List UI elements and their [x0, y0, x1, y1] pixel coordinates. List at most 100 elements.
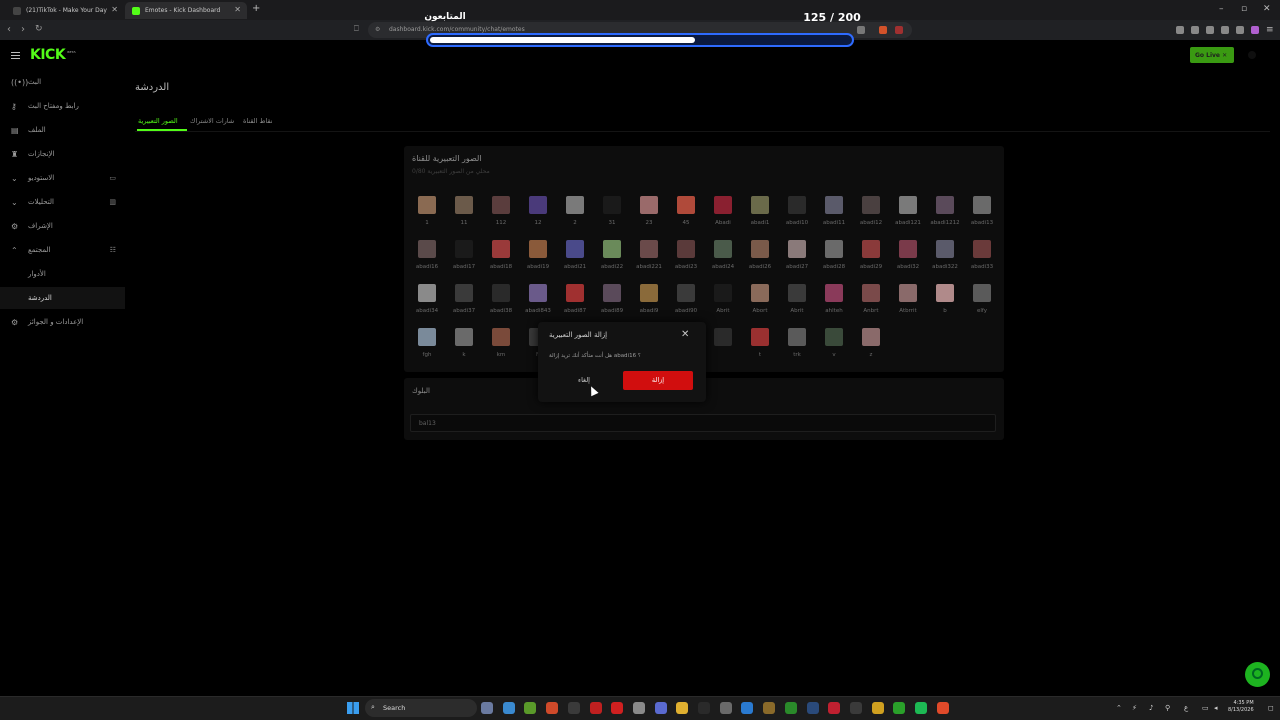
emote-tile[interactable]: Atbrrit [890, 284, 926, 328]
volume-mixer-icon[interactable]: ♪ [1149, 704, 1153, 712]
site-info-icon[interactable]: ⚙ [375, 26, 380, 33]
cancel-button[interactable]: إلغاء [564, 371, 604, 389]
settings-icon[interactable] [632, 702, 645, 714]
app-icon[interactable] [719, 702, 732, 714]
emote-tile[interactable]: abadi29 [853, 240, 889, 284]
emote-tile[interactable]: abadi22 [594, 240, 630, 284]
emote-tile[interactable]: abadi33 [964, 240, 1000, 284]
youtube-icon[interactable] [611, 702, 624, 714]
emote-tile[interactable]: Abadi [705, 196, 741, 240]
close-icon[interactable]: ✕ [681, 329, 689, 340]
capcut-icon[interactable] [698, 702, 710, 714]
go-live-button[interactable]: Go Live ✕ [1190, 47, 1234, 63]
app-grid-icon[interactable] [849, 702, 862, 714]
emote-tile[interactable]: km [483, 328, 519, 372]
emote-tile[interactable]: 11 [446, 196, 482, 240]
emote-tile[interactable]: k [446, 328, 482, 372]
emote-tile[interactable]: abadi10 [779, 196, 815, 240]
emote-tile[interactable]: abadi19 [520, 240, 556, 284]
emote-tile[interactable]: 23 [631, 196, 667, 240]
brave2-icon[interactable] [936, 702, 949, 714]
emote-tile[interactable]: abadi32 [890, 240, 926, 284]
winrar-icon[interactable] [763, 702, 776, 714]
hamburger-menu-icon[interactable] [11, 52, 20, 59]
sidebar-item-analytics[interactable]: ⌄ التحليلات ▥ [0, 191, 125, 213]
xbox-icon[interactable] [784, 702, 797, 714]
steam-icon[interactable] [806, 702, 819, 714]
emote-tile[interactable]: abadi28 [816, 240, 852, 284]
extensions-icon[interactable] [1221, 26, 1229, 34]
taskbar-search[interactable]: ⌕ Search [365, 699, 477, 717]
app-yellow-icon[interactable] [871, 702, 884, 714]
emote-tile[interactable]: abadi16 [409, 240, 445, 284]
emote-tile[interactable]: abadi26 [742, 240, 778, 284]
emote-tile[interactable]: v [816, 328, 852, 372]
menu-icon[interactable]: ≡ [1266, 25, 1274, 35]
tab-emotes[interactable]: الصور التعبيرية [138, 117, 178, 125]
leo-icon[interactable] [1251, 26, 1259, 34]
help-chat-button[interactable] [1245, 662, 1270, 687]
sidebar-item-profile[interactable]: ▤ الملف [0, 119, 125, 141]
emote-tile[interactable]: 112 [483, 196, 519, 240]
emote-tile[interactable]: trk [779, 328, 815, 372]
user-avatar-icon[interactable] [1248, 51, 1256, 59]
speaker-icon[interactable]: ◂ [1214, 704, 1218, 712]
notifications-icon[interactable]: ◻ [1268, 704, 1274, 712]
microphone-icon[interactable]: ⚲ [1165, 704, 1170, 712]
show-hidden-icons-icon[interactable]: ⌃ [1116, 704, 1122, 712]
browser-tab-tiktok[interactable]: (21)TikTok - Make Your Day ✕ [6, 2, 124, 19]
emote-tile[interactable]: abadi13 [964, 196, 1000, 240]
app-red-icon[interactable] [589, 702, 602, 714]
bluetooth-icon[interactable]: ⚡ [1132, 704, 1137, 712]
copilot-icon[interactable] [502, 702, 515, 714]
emote-tile[interactable]: abadi38 [483, 284, 519, 328]
edge-icon[interactable] [741, 702, 754, 714]
back-icon[interactable]: ‹ [7, 24, 11, 35]
clock[interactable]: 4:35 PM 8/13/2026 [1228, 700, 1254, 714]
emote-tile[interactable]: abadi12 [853, 196, 889, 240]
widgets-icon[interactable] [481, 702, 493, 714]
emote-tile[interactable] [705, 328, 741, 372]
emote-tile[interactable]: abadi322 [927, 240, 963, 284]
close-tab-icon[interactable]: ✕ [111, 5, 118, 14]
file-explorer-icon[interactable] [676, 702, 689, 714]
app-green-icon[interactable] [893, 702, 906, 714]
emote-tile[interactable]: abadi121 [890, 196, 926, 240]
emote-tile[interactable]: abadi21 [557, 240, 593, 284]
sidebar-item-stream[interactable]: ((•)) البث [0, 71, 125, 93]
close-window-button[interactable]: ✕ [1263, 4, 1271, 14]
close-tab-icon[interactable]: ✕ [234, 5, 241, 14]
vpn-icon[interactable] [1236, 26, 1244, 34]
emote-tile[interactable]: Abort [742, 284, 778, 328]
remove-button[interactable]: إزالة [623, 371, 693, 390]
emote-tile[interactable]: abadi221 [631, 240, 667, 284]
emote-tile[interactable]: Abrit [779, 284, 815, 328]
emote-tile[interactable]: 1 [409, 196, 445, 240]
emote-tile[interactable]: abadi1 [742, 196, 778, 240]
language-indicator[interactable]: ع [1184, 704, 1188, 712]
bookmark-icon[interactable]: ⎕ [354, 24, 359, 34]
windows-start-icon[interactable] [347, 702, 359, 714]
emote-tile[interactable]: t [742, 328, 778, 372]
emote-tile[interactable]: ahlteh [816, 284, 852, 328]
maximize-button[interactable]: ▫ [1241, 4, 1247, 14]
sidebar-item-roles[interactable]: الأدوار [0, 263, 125, 285]
brave-rewards-icon[interactable] [895, 26, 903, 34]
tab-subscriber-badges[interactable]: شارات الاشتراك [190, 117, 234, 125]
reload-icon[interactable]: ↻ [35, 24, 43, 34]
network-icon[interactable]: ▭ [1202, 704, 1209, 712]
blocked-words-input[interactable]: bal13 [410, 414, 996, 432]
sidebar-item-stream-key[interactable]: ⚷ رابط ومفتاح البث [0, 95, 125, 117]
emote-tile[interactable]: z [853, 328, 889, 372]
brave-shields-icon[interactable] [879, 26, 887, 34]
sidebar-item-settings-rewards[interactable]: ⚙ الإعدادات و الجوائز [0, 311, 125, 333]
emote-tile[interactable]: abadi24 [705, 240, 741, 284]
emote-tile[interactable]: abadi18 [483, 240, 519, 284]
sidebar-item-achievements[interactable]: ♜ الإنجازات [0, 143, 125, 165]
emote-tile[interactable]: b [927, 284, 963, 328]
brave-icon[interactable] [546, 702, 559, 714]
kick-logo[interactable]: KICK BETA [30, 47, 76, 63]
sidebar-item-community[interactable]: ⌃ المجتمع ☷ [0, 239, 125, 261]
emote-tile[interactable]: abadi17 [446, 240, 482, 284]
sidebar-item-studio[interactable]: ⌄ الاستوديو ▭ [0, 167, 125, 189]
